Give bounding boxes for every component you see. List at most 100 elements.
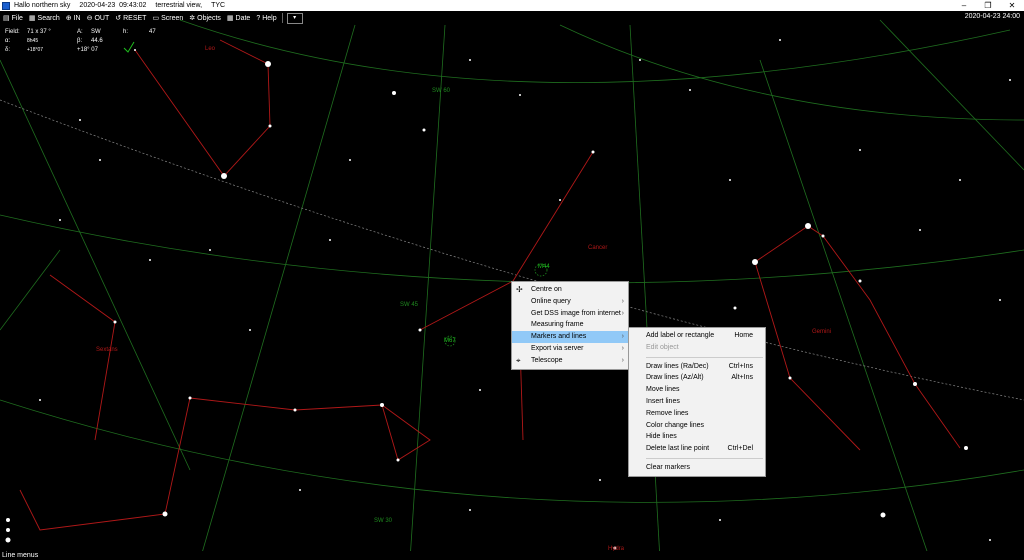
delta-label: δ: xyxy=(5,46,11,53)
file-label: File xyxy=(11,14,23,22)
shortcut-label: Ctrl+Ins xyxy=(728,362,753,370)
info-row-alpha: α: 8h45 β: 44.6 xyxy=(5,36,156,45)
minimize-button[interactable]: – xyxy=(952,0,976,11)
submenu-arrow-icon: › xyxy=(621,309,624,317)
menu-item-online-query[interactable]: Online query › xyxy=(512,296,628,308)
help-button[interactable]: ? Help xyxy=(253,12,279,24)
submenu-item-label: Hide lines xyxy=(646,433,677,441)
menu-item-export-via-server[interactable]: Export via server › xyxy=(512,343,628,355)
label-m44: M44 xyxy=(538,264,550,270)
search-label: Search xyxy=(37,14,60,22)
title-catalog: TYC xyxy=(211,2,226,9)
draw-lines-azalt-item[interactable]: Draw lines (Az/Alt) Alt+Ins xyxy=(629,372,765,384)
draw-lines-radec-item[interactable]: Draw lines (Ra/Dec) Ctrl+Ins xyxy=(629,361,765,373)
toolbar-dropdown-button[interactable]: ▾ xyxy=(286,12,303,24)
status-bar: Line menus xyxy=(0,551,1024,560)
menu-item-label: Export via server xyxy=(531,344,584,352)
delta-value: +18° 07 xyxy=(77,46,98,53)
toolbar-datetime: 2020-04-23 24:00 xyxy=(964,13,1020,20)
magnifier-minus-icon: ⊖ xyxy=(86,15,93,22)
search-icon: ▦ xyxy=(28,15,36,22)
alpha-value: 8h45 xyxy=(27,37,39,44)
submenu-arrow-icon: › xyxy=(621,333,624,341)
height-label: h: xyxy=(123,28,129,35)
reset-icon: ↺ xyxy=(115,15,122,22)
file-icon: ▤ xyxy=(3,15,10,22)
menu-item-telescope[interactable]: ⌖ Telescope › xyxy=(512,355,628,367)
label-leo: Leo xyxy=(205,46,216,52)
submenu-item-label: Draw lines (Ra/Dec) xyxy=(646,362,709,370)
submenu-item-label: Edit object xyxy=(646,343,679,351)
hide-lines-item[interactable]: Hide lines xyxy=(629,431,765,443)
menu-item-label: Get DSS image from internet xyxy=(531,309,621,317)
menu-item-markers-and-lines[interactable]: Markers and lines › xyxy=(512,331,628,343)
shortcut-label: Home xyxy=(734,332,753,339)
submenu-item-label: Add label or rectangle xyxy=(646,332,715,339)
help-icon: ? xyxy=(256,14,261,22)
field-label: Field: xyxy=(5,28,20,35)
close-button[interactable]: ✕ xyxy=(1000,0,1024,11)
screen-label: Screen xyxy=(161,14,184,22)
crosshair-icon: ✢ xyxy=(516,285,523,294)
title-date: 2020-04-23 09:43:02 xyxy=(79,2,147,9)
move-lines-item[interactable]: Move lines xyxy=(629,384,765,396)
add-label-rectangle-item[interactable]: Add label or rectangle Home xyxy=(629,330,765,342)
submenu-item-label: Insert lines xyxy=(646,397,680,405)
menu-item-centre-on[interactable]: ✢ Centre on xyxy=(512,284,628,296)
sky-canvas[interactable]: Leo Cancer Gemini Sextans Hydra SW 60 SW… xyxy=(0,0,1024,560)
clear-markers-item[interactable]: Clear markers xyxy=(629,462,765,474)
beta-value: 44.6 xyxy=(91,37,103,44)
delete-last-line-point-item[interactable]: Delete last line point Ctrl+Del xyxy=(629,443,765,455)
label-sw-45: SW 45 xyxy=(400,302,419,308)
reset-label: RESET xyxy=(123,14,147,22)
reset-button[interactable]: ↺ RESET xyxy=(112,12,149,24)
screen-button[interactable]: ▭ Screen xyxy=(149,12,186,24)
objects-icon: ✲ xyxy=(189,15,196,22)
zoom-in-button[interactable]: ⊕ IN xyxy=(63,12,84,24)
calendar-icon: ▦ xyxy=(226,15,234,22)
label-sextans: Sextans xyxy=(96,347,118,353)
beta-label: β: xyxy=(77,37,83,44)
menu-item-get-dss-image[interactable]: Get DSS image from internet › xyxy=(512,308,628,320)
menu-item-label: Centre on xyxy=(531,286,562,293)
submenu-item-label: Color change lines xyxy=(646,421,704,429)
star-field xyxy=(5,39,1011,550)
color-change-lines-item[interactable]: Color change lines xyxy=(629,420,765,432)
menu-separator xyxy=(646,457,763,459)
shortcut-label: Alt+Ins xyxy=(731,374,753,382)
restore-button[interactable]: ❐ xyxy=(976,0,1000,11)
label-gemini: Gemini xyxy=(812,329,831,335)
submenu-item-label: Delete last line point xyxy=(646,445,710,453)
height-value: 47 xyxy=(149,28,156,35)
insert-lines-item[interactable]: Insert lines xyxy=(629,396,765,408)
info-row-delta: δ: +18°07 +18° 07 xyxy=(5,45,156,54)
submenu-item-label: Clear markers xyxy=(646,463,690,471)
title-view-mode: terrestrial view, xyxy=(155,2,203,9)
title-bar: Hallo northern sky 2020-04-23 09:43:02 t… xyxy=(0,0,1024,11)
remove-lines-item[interactable]: Remove lines xyxy=(629,408,765,420)
submenu-item-label: Remove lines xyxy=(646,409,689,417)
search-button[interactable]: ▦ Search xyxy=(26,12,63,24)
date-label: Date xyxy=(235,14,251,22)
toolbar: ▤ File ▦ Search ⊕ IN ⊖ OUT ↺ RESET ▭ Screen ✲ O… xyxy=(0,12,1024,24)
status-text: Line menus xyxy=(2,552,39,559)
azimuth-value: SW xyxy=(91,28,101,35)
file-button[interactable]: ▤ File xyxy=(0,12,26,24)
sky-view[interactable]: Leo Cancer Gemini Sextans Hydra SW 60 SW… xyxy=(0,0,1024,560)
screen-icon: ▭ xyxy=(152,15,160,22)
submenu-arrow-icon: › xyxy=(621,344,624,352)
edit-object-item: Edit object xyxy=(629,342,765,354)
label-m67: M67 xyxy=(444,338,456,344)
submenu-arrow-icon: › xyxy=(621,356,624,364)
field-value: 71 x 37 ° xyxy=(27,28,51,35)
label-sw-60: SW 60 xyxy=(432,88,451,94)
delta-small-value: +18°07 xyxy=(27,46,44,53)
date-button[interactable]: ▦ Date xyxy=(224,12,253,24)
context-menu: ✢ Centre on Online query › Get DSS image… xyxy=(511,281,629,370)
zoom-out-button[interactable]: ⊖ OUT xyxy=(84,12,113,24)
menu-item-measuring-frame[interactable]: Measuring frame xyxy=(512,319,628,331)
info-row-field: Field: 71 x 37 ° A: SW h: 47 xyxy=(5,27,156,36)
submenu-item-label: Draw lines (Az/Alt) xyxy=(646,374,704,382)
window-controls: – ❐ ✕ xyxy=(952,0,1024,11)
objects-button[interactable]: ✲ Objects xyxy=(186,12,224,24)
